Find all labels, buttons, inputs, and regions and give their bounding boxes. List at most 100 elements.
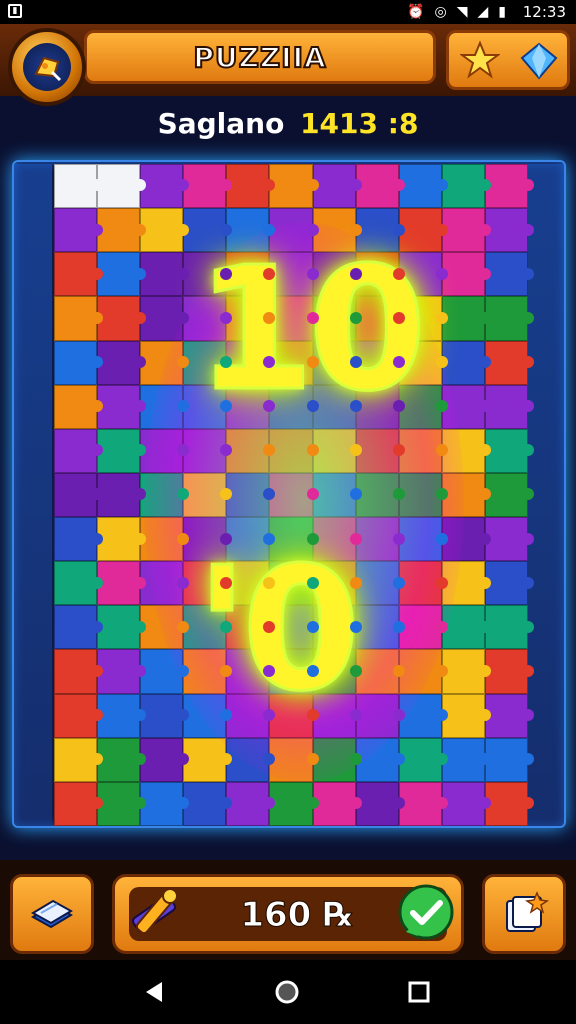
puzzle-piece[interactable] — [140, 561, 190, 606]
puzzle-piece[interactable] — [140, 472, 190, 518]
puzzle-piece[interactable] — [398, 517, 448, 562]
puzzle-piece[interactable] — [398, 428, 448, 473]
puzzle-piece[interactable] — [355, 737, 405, 782]
puzzle-piece[interactable] — [140, 164, 190, 209]
puzzle-piece[interactable] — [355, 561, 405, 606]
puzzle-piece[interactable] — [441, 428, 492, 473]
puzzle-piece[interactable] — [355, 781, 405, 826]
puzzle-piece[interactable] — [97, 737, 147, 782]
puzzle-piece[interactable] — [54, 340, 104, 385]
puzzle-piece[interactable] — [183, 781, 233, 826]
puzzle-piece[interactable] — [484, 252, 535, 297]
puzzle-piece[interactable] — [398, 164, 448, 209]
puzzle-piece[interactable] — [312, 737, 362, 782]
puzzle-piece[interactable] — [484, 693, 535, 738]
puzzle-piece[interactable] — [97, 693, 147, 738]
gem-icon[interactable] — [518, 40, 560, 82]
puzzle-piece[interactable] — [54, 208, 104, 253]
puzzle-piece[interactable] — [355, 605, 405, 650]
puzzle-piece[interactable] — [97, 517, 147, 562]
back-icon[interactable] — [142, 980, 166, 1004]
home-icon[interactable] — [274, 979, 300, 1005]
puzzle-piece[interactable] — [97, 252, 147, 297]
puzzle-piece[interactable] — [97, 340, 147, 385]
puzzle-piece[interactable] — [484, 561, 535, 606]
puzzle-piece[interactable] — [97, 561, 147, 606]
puzzle-piece[interactable] — [54, 693, 104, 738]
puzzle-piece[interactable] — [355, 472, 405, 518]
hammer-icon[interactable] — [124, 882, 188, 946]
puzzle-piece[interactable] — [398, 561, 448, 606]
puzzle-piece[interactable] — [183, 472, 233, 518]
puzzle-piece[interactable] — [484, 428, 535, 473]
puzzle-piece[interactable] — [140, 737, 190, 782]
puzzle-piece[interactable] — [398, 472, 448, 518]
puzzle-piece[interactable] — [226, 472, 276, 518]
puzzle-piece[interactable] — [269, 737, 319, 782]
menu-button[interactable] — [8, 28, 86, 106]
puzzle-piece[interactable] — [484, 208, 535, 253]
puzzle-piece[interactable] — [54, 252, 104, 297]
puzzle-piece[interactable] — [269, 428, 319, 473]
puzzle-piece[interactable] — [484, 340, 535, 385]
puzzle-piece[interactable] — [54, 737, 104, 782]
puzzle-piece[interactable] — [312, 164, 362, 209]
puzzle-piece[interactable] — [183, 737, 233, 782]
puzzle-piece[interactable] — [54, 649, 104, 694]
puzzle-piece[interactable] — [441, 340, 492, 385]
puzzle-piece[interactable] — [484, 472, 535, 518]
puzzle-piece[interactable] — [97, 781, 147, 826]
puzzle-piece[interactable] — [484, 737, 535, 782]
puzzle-piece[interactable] — [140, 252, 190, 297]
puzzle-piece[interactable] — [441, 384, 492, 429]
puzzle-piece[interactable] — [441, 472, 492, 518]
puzzle-piece[interactable] — [441, 693, 492, 738]
star-icon[interactable] — [460, 40, 500, 80]
puzzle-piece[interactable] — [226, 428, 276, 473]
puzzle-piece[interactable] — [355, 428, 405, 473]
puzzle-piece[interactable] — [140, 340, 190, 385]
puzzle-piece[interactable] — [183, 428, 233, 473]
puzzle-piece[interactable] — [484, 164, 535, 209]
puzzle-piece[interactable] — [97, 605, 147, 650]
puzzle-piece[interactable] — [226, 781, 276, 826]
puzzle-piece[interactable] — [54, 296, 104, 341]
puzzle-piece[interactable] — [97, 296, 147, 341]
puzzle-piece[interactable] — [97, 428, 147, 473]
hint-button[interactable] — [482, 874, 566, 954]
puzzle-piece[interactable] — [441, 649, 492, 694]
puzzle-piece[interactable] — [54, 428, 104, 473]
puzzle-piece[interactable] — [484, 781, 535, 826]
puzzle-piece[interactable] — [183, 164, 233, 209]
puzzle-piece[interactable] — [54, 781, 104, 826]
puzzle-piece[interactable] — [140, 428, 190, 473]
puzzle-piece[interactable] — [441, 561, 492, 606]
puzzle-piece[interactable] — [441, 208, 492, 253]
puzzle-piece[interactable] — [226, 164, 276, 209]
puzzle-piece[interactable] — [54, 605, 104, 650]
puzzle-piece[interactable] — [355, 649, 405, 694]
puzzle-piece[interactable] — [140, 649, 190, 694]
puzzle-piece[interactable] — [140, 208, 190, 253]
puzzle-piece[interactable] — [54, 164, 104, 209]
recent-apps-icon[interactable] — [408, 981, 430, 1003]
puzzle-piece[interactable] — [484, 649, 535, 694]
puzzle-piece[interactable] — [140, 605, 190, 650]
puzzle-piece[interactable] — [140, 693, 190, 738]
puzzle-piece[interactable] — [226, 737, 276, 782]
puzzle-piece[interactable] — [54, 472, 104, 518]
puzzle-piece[interactable] — [355, 517, 405, 562]
puzzle-piece[interactable] — [398, 693, 448, 738]
puzzle-piece[interactable] — [312, 472, 362, 518]
puzzle-piece[interactable] — [441, 605, 492, 650]
puzzle-piece[interactable] — [269, 164, 319, 209]
puzzle-piece[interactable] — [140, 296, 190, 341]
puzzle-piece[interactable] — [484, 384, 535, 429]
puzzle-piece[interactable] — [355, 693, 405, 738]
puzzle-piece[interactable] — [441, 781, 492, 826]
puzzle-piece[interactable] — [140, 781, 190, 826]
puzzle-piece[interactable] — [355, 164, 405, 209]
puzzle-piece[interactable] — [398, 737, 448, 782]
puzzle-piece[interactable] — [140, 384, 190, 429]
puzzle-piece[interactable] — [97, 384, 147, 429]
